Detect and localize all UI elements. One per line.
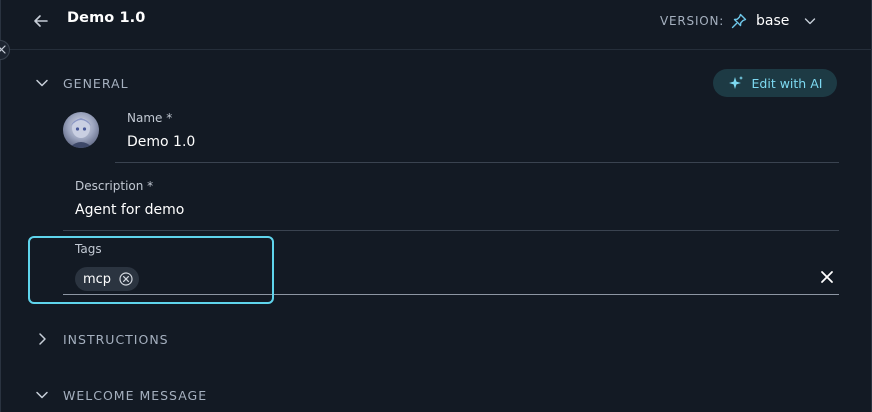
chevron-right-icon <box>39 333 46 345</box>
section-welcome-toggle[interactable]: WELCOME MESSAGE <box>34 387 207 403</box>
agent-avatar[interactable] <box>63 112 99 148</box>
name-underline <box>115 162 839 163</box>
avatar-image <box>69 118 93 148</box>
name-input[interactable]: Demo 1.0 <box>127 134 195 150</box>
page-title: Demo 1.0 <box>67 10 146 26</box>
edit-with-ai-label: Edit with AI <box>751 75 823 91</box>
section-instructions-toggle[interactable]: INSTRUCTIONS <box>34 331 169 347</box>
sparkle-icon <box>728 76 743 89</box>
version-value: base <box>756 13 790 29</box>
description-input[interactable]: Agent for demo <box>75 202 184 218</box>
clear-tags-button[interactable] <box>818 268 836 286</box>
header-bar: Demo 1.0 VERSION: base <box>0 0 872 50</box>
back-button[interactable] <box>30 10 52 32</box>
name-label: Name * <box>127 111 173 125</box>
section-instructions-label: INSTRUCTIONS <box>63 331 169 347</box>
close-icon <box>0 45 6 54</box>
chevron-down-icon <box>805 18 816 25</box>
section-general-label: GENERAL <box>63 75 129 91</box>
tags-field-highlight <box>28 236 274 304</box>
close-icon <box>821 271 833 283</box>
version-label: VERSION: <box>660 14 725 28</box>
version-dropdown[interactable]: base <box>730 9 817 33</box>
description-label: Description * <box>75 179 154 193</box>
chevron-down-icon <box>36 391 48 399</box>
pin-icon <box>731 13 747 29</box>
description-underline <box>63 230 839 231</box>
arrow-left-icon <box>34 15 48 27</box>
section-welcome-label: WELCOME MESSAGE <box>63 387 208 403</box>
chevron-down-icon <box>36 79 48 87</box>
section-general-toggle[interactable]: GENERAL <box>34 75 129 91</box>
edit-with-ai-button[interactable]: Edit with AI <box>713 69 837 97</box>
